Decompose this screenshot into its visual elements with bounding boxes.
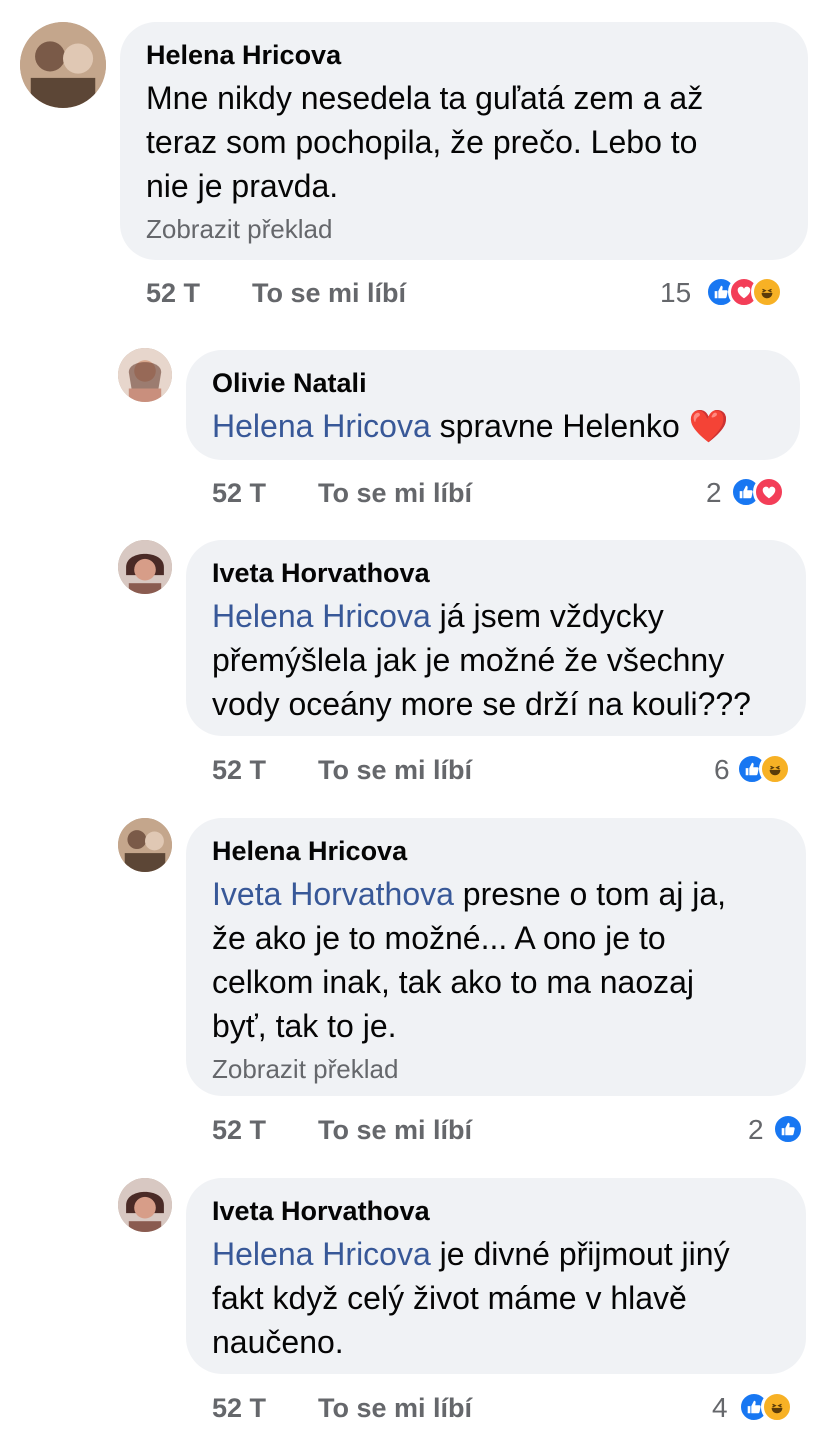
comment-time[interactable]: 52 T	[146, 278, 200, 309]
avatar[interactable]	[118, 348, 172, 402]
comment-text-line: že ako je to možné... A ono je to	[212, 920, 666, 956]
translate-link[interactable]: Zobrazit překlad	[146, 214, 332, 245]
comment-time[interactable]: 52 T	[212, 1115, 266, 1146]
like-button[interactable]: To se mi líbí	[318, 478, 472, 509]
comment-text-line: nie je pravda.	[146, 168, 339, 204]
comment-text: je divné přijmout jiný	[430, 1236, 730, 1272]
mention-link[interactable]: Helena Hricova	[212, 598, 431, 634]
comment-author[interactable]: Helena Hricova	[146, 40, 341, 71]
avatar[interactable]	[118, 540, 172, 594]
comment-time[interactable]: 52 T	[212, 478, 266, 509]
comment-text-line: fakt když celý život máme v hlavě	[212, 1280, 687, 1316]
like-button[interactable]: To se mi líbí	[318, 755, 472, 786]
comment-text-line: Iveta Horvathova presne o tom aj ja,	[212, 872, 726, 917]
love-reaction-icon	[753, 476, 785, 508]
comment-text: já jsem vždycky	[430, 598, 664, 634]
avatar[interactable]	[118, 818, 172, 872]
mention-link[interactable]: Iveta Horvathova	[212, 876, 454, 912]
comment-text-line: teraz som pochopila, že prečo. Lebo to	[146, 124, 698, 160]
reaction-icons[interactable]	[705, 276, 783, 308]
reaction-count[interactable]: 4	[712, 1392, 728, 1424]
comment-text-line: Helena Hricova je divné přijmout jiný	[212, 1232, 730, 1277]
mention-link[interactable]: Helena Hricova	[212, 408, 431, 444]
avatar-photo-icon	[118, 348, 172, 402]
reaction-count[interactable]: 2	[706, 477, 722, 509]
comment-text: spravne Helenko ❤️	[430, 408, 729, 444]
reaction-count[interactable]: 2	[748, 1114, 764, 1146]
translate-link[interactable]: Zobrazit překlad	[212, 1054, 398, 1085]
comment-text: presne o tom aj ja,	[453, 876, 727, 912]
reaction-count[interactable]: 6	[714, 754, 730, 786]
comment-author[interactable]: Iveta Horvathova	[212, 558, 430, 589]
comment-text-line: vody oceány more se drží na kouli???	[212, 686, 751, 722]
comment-text-line: celkom inak, tak ako to ma naozaj	[212, 964, 695, 1000]
comment-text-line: přemýšlela jak je možné že všechny	[212, 642, 725, 678]
reaction-icons[interactable]	[738, 1391, 793, 1423]
comment-time[interactable]: 52 T	[212, 1393, 266, 1424]
comment-author[interactable]: Iveta Horvathova	[212, 1196, 430, 1227]
reaction-icons[interactable]	[736, 753, 791, 785]
comment-author[interactable]: Olivie Natali	[212, 368, 367, 399]
comment-text-line: Helena Hricova já jsem vždycky	[212, 594, 664, 639]
mention-link[interactable]: Helena Hricova	[212, 1236, 431, 1272]
comment-text-line: Mne nikdy nesedela ta guľatá zem a až	[146, 80, 704, 116]
reaction-icons[interactable]	[730, 476, 785, 508]
haha-reaction-icon	[759, 753, 791, 785]
comment-text-line: naučeno.	[212, 1324, 344, 1360]
like-reaction-icon	[772, 1113, 804, 1145]
reaction-count[interactable]: 15	[660, 277, 691, 309]
avatar-photo-icon	[118, 1178, 172, 1232]
comment-text-line: Helena Hricova spravne Helenko ❤️	[212, 404, 729, 449]
haha-reaction-icon	[751, 276, 783, 308]
avatar[interactable]	[118, 1178, 172, 1232]
like-button[interactable]: To se mi líbí	[318, 1115, 472, 1146]
like-button[interactable]: To se mi líbí	[318, 1393, 472, 1424]
comment-author[interactable]: Helena Hricova	[212, 836, 407, 867]
avatar-photo-icon	[118, 540, 172, 594]
haha-reaction-icon	[761, 1391, 793, 1423]
reaction-icons[interactable]	[772, 1113, 804, 1145]
like-button[interactable]: To se mi líbí	[252, 278, 406, 309]
comment-time[interactable]: 52 T	[212, 755, 266, 786]
avatar-photo-icon	[20, 22, 106, 108]
avatar[interactable]	[20, 22, 106, 108]
avatar-photo-icon	[118, 818, 172, 872]
comment-text-line: byť, tak to je.	[212, 1008, 397, 1044]
